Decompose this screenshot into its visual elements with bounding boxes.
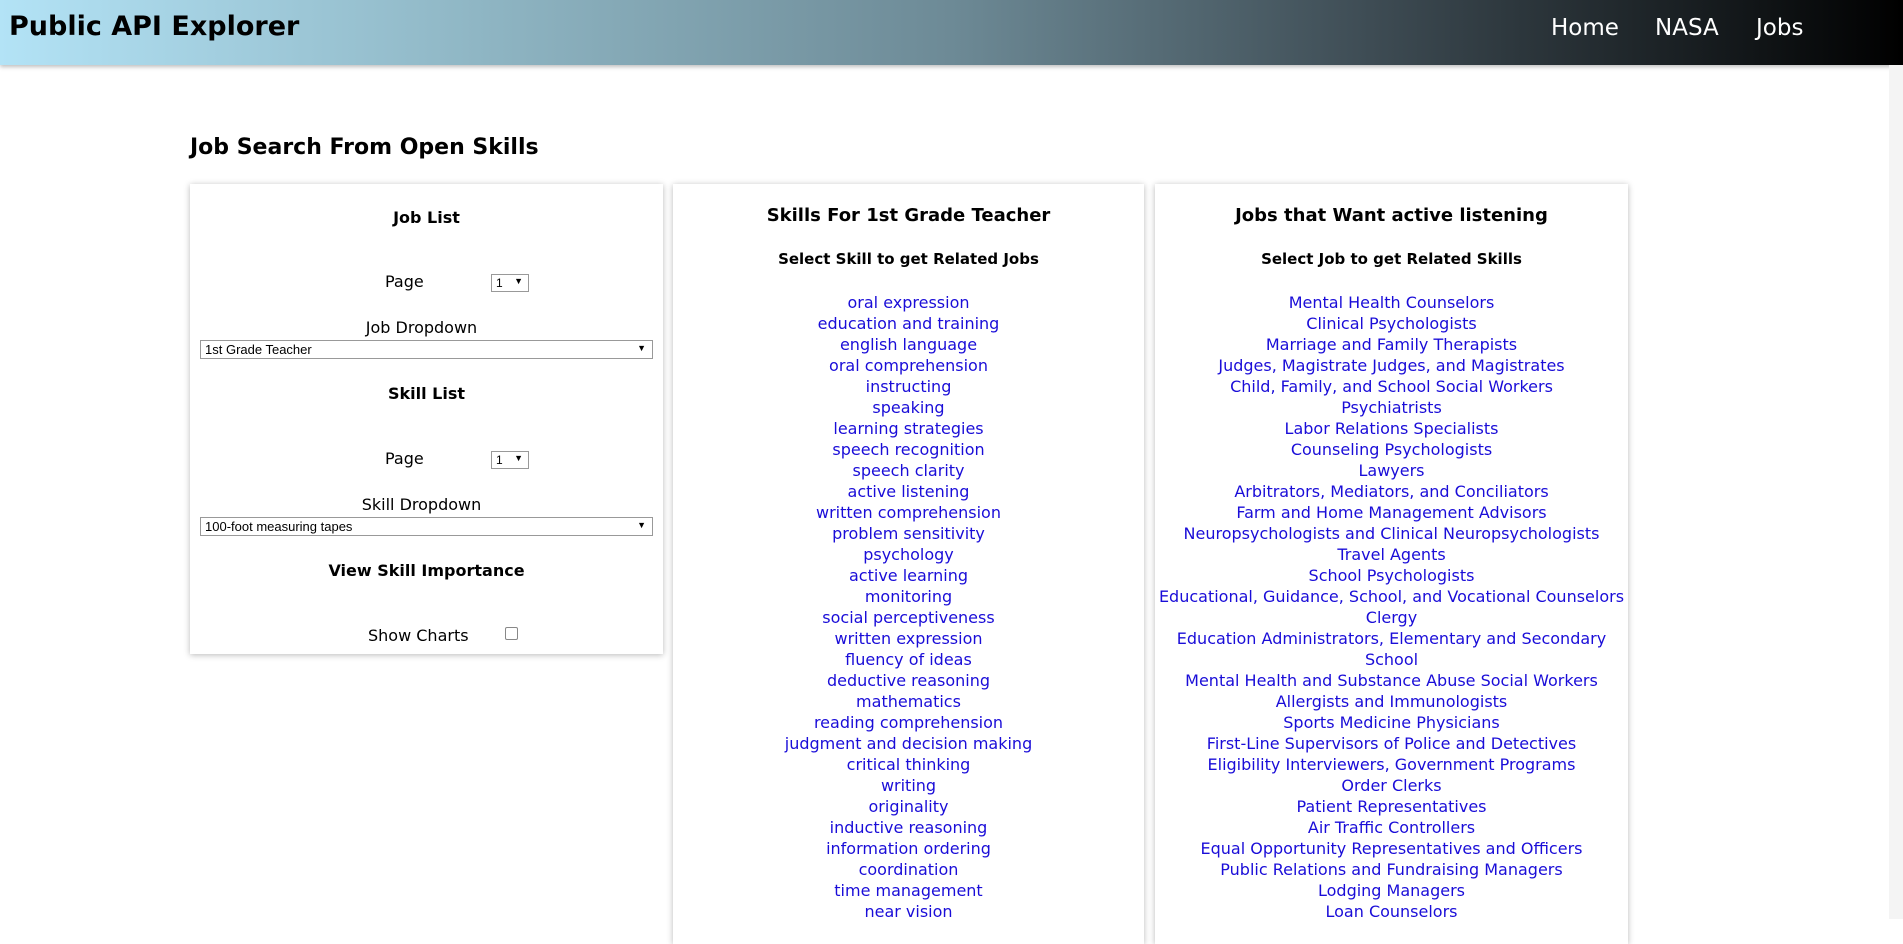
jobs-list: Mental Health Counselors Clinical Psychol…	[1155, 292, 1628, 922]
skill-link[interactable]: written expression	[673, 628, 1144, 649]
job-link[interactable]: Clinical Psychologists	[1155, 313, 1628, 334]
page-title: Job Search From Open Skills	[190, 135, 539, 160]
job-link[interactable]: Neuropsychologists and Clinical Neuropsy…	[1155, 523, 1628, 544]
job-link[interactable]: Public Relations and Fundraising Manager…	[1155, 859, 1628, 880]
job-link[interactable]: Clergy	[1155, 607, 1628, 628]
job-link[interactable]: Education Administrators, Elementary and…	[1155, 628, 1628, 649]
skill-link[interactable]: monitoring	[673, 586, 1144, 607]
jobs-panel-subtitle: Select Job to get Related Skills	[1261, 250, 1522, 268]
skill-page-select[interactable]: 1 ▼	[491, 451, 529, 469]
job-page-value: 1	[496, 276, 503, 290]
skill-link[interactable]: psychology	[673, 544, 1144, 565]
skill-dropdown-label: Skill Dropdown	[361, 495, 482, 514]
job-link[interactable]: School	[1155, 649, 1628, 670]
skill-link[interactable]: problem sensitivity	[673, 523, 1144, 544]
skill-link[interactable]: deductive reasoning	[673, 670, 1144, 691]
skill-link[interactable]: speech clarity	[673, 460, 1144, 481]
job-link[interactable]: Lawyers	[1155, 460, 1628, 481]
skills-list: oral expression education and training eng…	[673, 292, 1144, 922]
skill-link[interactable]: active listening	[673, 481, 1144, 502]
skill-dropdown-value: 100-foot measuring tapes	[205, 519, 353, 534]
skill-link[interactable]: speaking	[673, 397, 1144, 418]
job-link[interactable]: Sports Medicine Physicians	[1155, 712, 1628, 733]
jobs-panel: Jobs that Want active listening Select J…	[1155, 184, 1628, 944]
controls-panel: Job List Page 1 ▼ Job Dropdown 1st Grade…	[190, 184, 663, 654]
job-page-label: Page	[385, 272, 424, 291]
nav-link-home[interactable]: Home	[1551, 15, 1619, 41]
job-dropdown-label: Job Dropdown	[365, 318, 478, 337]
skill-link[interactable]: time management	[673, 880, 1144, 901]
jobs-panel-title: Jobs that Want active listening	[1235, 205, 1548, 226]
skill-link[interactable]: fluency of ideas	[673, 649, 1144, 670]
skill-link[interactable]: writing	[673, 775, 1144, 796]
job-link[interactable]: Marriage and Family Therapists	[1155, 334, 1628, 355]
skill-link[interactable]: reading comprehension	[673, 712, 1144, 733]
job-link[interactable]: School Psychologists	[1155, 565, 1628, 586]
skill-link[interactable]: english language	[673, 334, 1144, 355]
skill-link[interactable]: originality	[673, 796, 1144, 817]
skill-link[interactable]: written comprehension	[673, 502, 1144, 523]
skill-link[interactable]: social perceptiveness	[673, 607, 1144, 628]
job-link[interactable]: Psychiatrists	[1155, 397, 1628, 418]
job-link[interactable]: Labor Relations Specialists	[1155, 418, 1628, 439]
skills-panel-title: Skills For 1st Grade Teacher	[766, 205, 1051, 226]
chevron-down-icon: ▼	[637, 343, 646, 353]
job-link[interactable]: Judges, Magistrate Judges, and Magistrat…	[1155, 355, 1628, 376]
job-link[interactable]: Mental Health Counselors	[1155, 292, 1628, 313]
skills-panel: Skills For 1st Grade Teacher Select Skil…	[673, 184, 1144, 944]
job-link[interactable]: Child, Family, and School Social Workers	[1155, 376, 1628, 397]
skill-page-value: 1	[496, 453, 503, 467]
nav-link-jobs[interactable]: Jobs	[1756, 15, 1803, 41]
job-link[interactable]: Eligibility Interviewers, Government Pro…	[1155, 754, 1628, 775]
skill-link[interactable]: judgment and decision making	[673, 733, 1144, 754]
skill-page-label: Page	[385, 449, 424, 468]
job-link[interactable]: Lodging Managers	[1155, 880, 1628, 901]
show-charts-checkbox[interactable]	[505, 627, 518, 640]
skill-link[interactable]: oral expression	[673, 292, 1144, 313]
skill-link[interactable]: coordination	[673, 859, 1144, 880]
skill-dropdown[interactable]: 100-foot measuring tapes ▼	[200, 517, 653, 536]
nav-link-nasa[interactable]: NASA	[1655, 15, 1719, 41]
job-link[interactable]: Farm and Home Management Advisors	[1155, 502, 1628, 523]
skills-panel-subtitle: Select Skill to get Related Jobs	[778, 250, 1039, 268]
job-list-heading: Job List	[393, 208, 460, 227]
chevron-down-icon: ▼	[514, 276, 523, 286]
job-link[interactable]: Educational, Guidance, School, and Vocat…	[1155, 586, 1628, 607]
skill-link[interactable]: inductive reasoning	[673, 817, 1144, 838]
job-dropdown-value: 1st Grade Teacher	[205, 342, 312, 357]
job-link[interactable]: Allergists and Immunologists	[1155, 691, 1628, 712]
job-link[interactable]: Patient Representatives	[1155, 796, 1628, 817]
skill-link[interactable]: speech recognition	[673, 439, 1144, 460]
skill-link[interactable]: mathematics	[673, 691, 1144, 712]
job-link[interactable]: Air Traffic Controllers	[1155, 817, 1628, 838]
chevron-down-icon: ▼	[637, 520, 646, 530]
job-link[interactable]: Equal Opportunity Representatives and Of…	[1155, 838, 1628, 859]
job-link[interactable]: Order Clerks	[1155, 775, 1628, 796]
job-link[interactable]: Counseling Psychologists	[1155, 439, 1628, 460]
job-link[interactable]: Mental Health and Substance Abuse Social…	[1155, 670, 1628, 691]
show-charts-label: Show Charts	[368, 626, 469, 645]
job-link[interactable]: First-Line Supervisors of Police and Det…	[1155, 733, 1628, 754]
skill-link[interactable]: learning strategies	[673, 418, 1144, 439]
skill-list-heading: Skill List	[387, 384, 466, 403]
skill-link[interactable]: instructing	[673, 376, 1144, 397]
job-dropdown[interactable]: 1st Grade Teacher ▼	[200, 340, 653, 359]
chevron-down-icon: ▼	[514, 453, 523, 463]
top-navbar: Public API Explorer Home NASA Jobs	[0, 0, 1903, 65]
job-link[interactable]: Arbitrators, Mediators, and Conciliators	[1155, 481, 1628, 502]
job-link[interactable]: Travel Agents	[1155, 544, 1628, 565]
skill-link[interactable]: information ordering	[673, 838, 1144, 859]
skill-link[interactable]: oral comprehension	[673, 355, 1144, 376]
skill-link[interactable]: education and training	[673, 313, 1144, 334]
brand-title[interactable]: Public API Explorer	[9, 11, 299, 42]
job-page-select[interactable]: 1 ▼	[491, 274, 529, 292]
skill-link[interactable]: active learning	[673, 565, 1144, 586]
skill-importance-heading: View Skill Importance	[328, 561, 525, 580]
page-scrollbar[interactable]	[1889, 65, 1903, 919]
skill-link[interactable]: critical thinking	[673, 754, 1144, 775]
